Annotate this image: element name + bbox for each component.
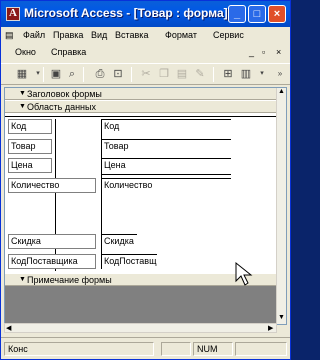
toolbar-dropdown-icon[interactable]: ▾ [255, 67, 269, 81]
title-bar[interactable]: Microsoft Access - [Товар : форма] _ □ × [1, 1, 290, 27]
access-app-icon[interactable] [6, 7, 20, 21]
mouse-cursor-icon [235, 261, 253, 286]
menu-bar-row2: Окно Справка _ ▫ × [1, 45, 290, 62]
doc-close-button[interactable]: × [276, 47, 281, 57]
status-num: NUM [193, 342, 233, 356]
minimize-button[interactable]: _ [228, 5, 246, 23]
status-bar: Конс NUM [1, 337, 290, 359]
label-tovar[interactable]: Товар [8, 139, 52, 154]
label-kodpostavshchika[interactable]: КодПоставщика [8, 254, 96, 269]
toolbar-overflow-icon[interactable]: » [273, 67, 287, 81]
window-title: Microsoft Access - [Товар : форма] [24, 6, 228, 20]
detail-section: Код Код Товар Товар Цена Цена Количество… [5, 114, 278, 274]
properties-icon[interactable]: ▥ [239, 67, 253, 81]
detail-section-bar[interactable]: Область данных [5, 101, 278, 113]
doc-restore-button[interactable]: ▫ [262, 47, 265, 57]
scroll-right-icon[interactable]: ▶ [268, 324, 273, 332]
status-empty-1 [161, 342, 191, 356]
menu-window[interactable]: Окно [15, 47, 36, 57]
label-kod[interactable]: Код [8, 119, 52, 134]
save-icon[interactable]: ▣ [49, 67, 63, 81]
menu-edit[interactable]: Правка [53, 30, 83, 40]
search-icon[interactable]: ⌕ [65, 67, 79, 81]
control-cena[interactable]: Цена [101, 158, 231, 173]
form-header-bar[interactable]: Заголовок формы [5, 88, 278, 100]
view-icon[interactable]: ▦ [15, 67, 29, 81]
form-doc-icon[interactable]: ▤ [5, 30, 14, 41]
control-kod[interactable]: Код [101, 119, 231, 134]
menu-file[interactable]: Файл [23, 30, 45, 40]
print-icon[interactable]: ⎙ [93, 67, 107, 81]
control-kodpostavshchika[interactable]: КодПоставщ [101, 254, 157, 269]
insert-icon[interactable]: ⊞ [221, 67, 235, 81]
label-skidka[interactable]: Скидка [8, 234, 96, 249]
doc-minimize-button[interactable]: _ [249, 47, 254, 57]
form-design-area: Заголовок формы Область данных Код Код Т… [4, 87, 287, 325]
format-painter-icon[interactable]: ✎ [193, 67, 207, 81]
horizontal-scrollbar[interactable]: ◀ ▶ [4, 323, 277, 333]
paste-icon[interactable]: ▤ [175, 67, 189, 81]
scroll-left-icon[interactable]: ◀ [6, 324, 11, 332]
menu-help[interactable]: Справка [51, 47, 86, 57]
menu-view[interactable]: Вид [91, 30, 107, 40]
close-button[interactable]: × [268, 5, 286, 23]
menu-format[interactable]: Формат [165, 30, 197, 40]
control-skidka[interactable]: Скидка [101, 234, 137, 249]
label-kolichestvo[interactable]: Количество [8, 178, 96, 193]
label-cena[interactable]: Цена [8, 158, 52, 173]
form-footer-background [5, 286, 278, 324]
status-empty-2 [235, 342, 287, 356]
form-design-toolbar: ▦ ▾ ▣ ⌕ ⎙ ⊡ ✂ ❐ ▤ ✎ ⊞ ▥ ▾ » [1, 63, 290, 85]
vertical-scrollbar[interactable]: ▲ ▼ [276, 88, 286, 324]
menu-tools[interactable]: Сервис [213, 30, 244, 40]
menu-bar: ▤ Файл Правка Вид Вставка Формат Сервис [1, 28, 290, 45]
control-tovar[interactable]: Товар [101, 139, 231, 154]
copy-icon[interactable]: ❐ [157, 67, 171, 81]
scroll-down-icon[interactable]: ▼ [278, 314, 285, 321]
menu-insert[interactable]: Вставка [115, 30, 148, 40]
preview-icon[interactable]: ⊡ [111, 67, 125, 81]
scroll-up-icon[interactable]: ▲ [278, 88, 285, 95]
maximize-button[interactable]: □ [248, 5, 266, 23]
control-kolichestvo[interactable]: Количество [101, 178, 231, 224]
status-mode: Конс [4, 342, 154, 356]
access-window: Microsoft Access - [Товар : форма] _ □ ×… [0, 0, 291, 360]
cut-icon[interactable]: ✂ [139, 67, 153, 81]
